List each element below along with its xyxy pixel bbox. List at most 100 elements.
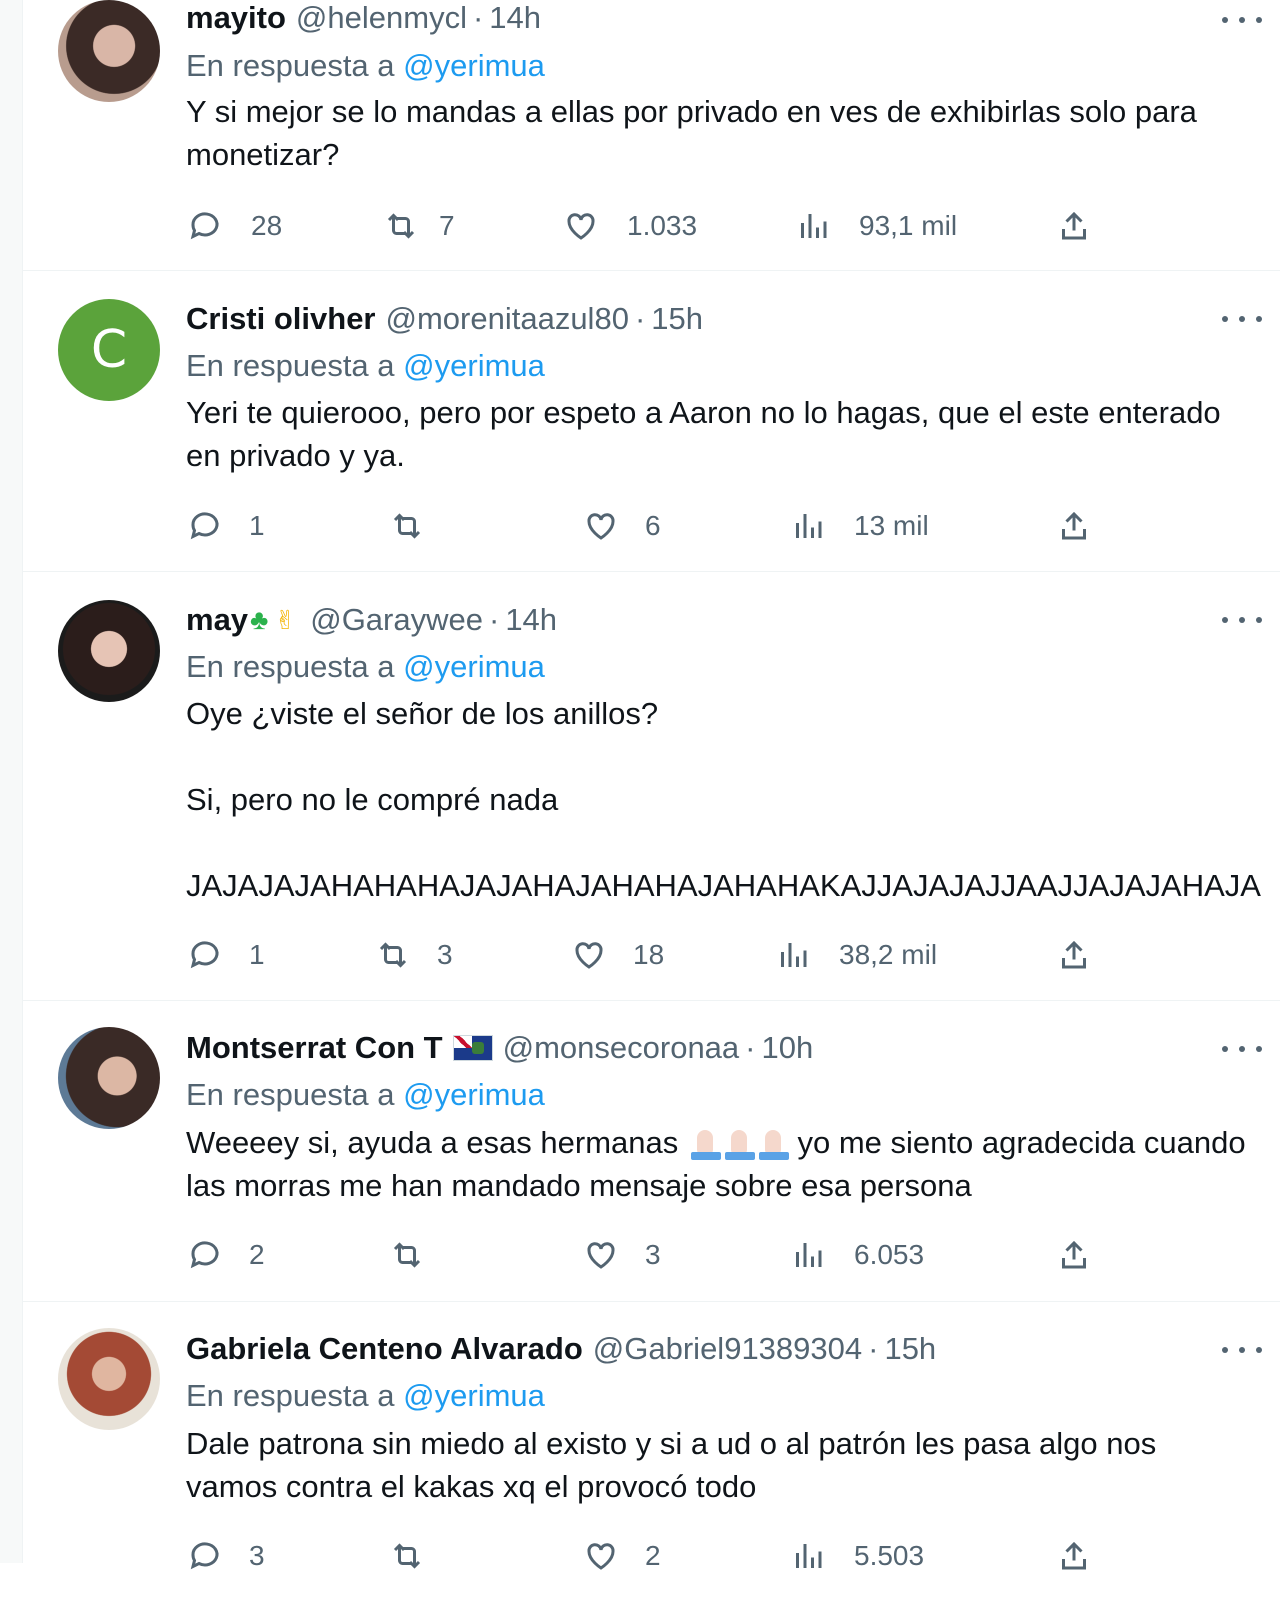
retweet-icon xyxy=(393,1543,421,1569)
share-button[interactable] xyxy=(1056,506,1092,546)
like-button[interactable]: 3 xyxy=(583,1235,661,1275)
more-options-icon[interactable] xyxy=(1222,309,1262,329)
views-button[interactable]: 38,2 mil xyxy=(775,935,937,975)
avatar[interactable] xyxy=(58,600,160,702)
views-button[interactable]: 93,1 mil xyxy=(795,206,957,246)
views-button[interactable]: 13 mil xyxy=(790,506,929,546)
separator-dot: · xyxy=(488,602,500,637)
reply-mention-link[interactable]: @yerimua xyxy=(403,348,545,383)
like-button[interactable]: 6 xyxy=(583,506,661,546)
tweet-actions: 2 3 6.053 xyxy=(23,1235,1280,1275)
tweet-text: Weeeey si, ayuda a esas hermanas yo me s… xyxy=(186,1121,1250,1207)
tweet-reply[interactable]: Montserrat Con T @monsecoronaa · 10h En … xyxy=(23,1001,1280,1302)
like-count: 1.033 xyxy=(627,210,698,241)
author-name[interactable]: Gabriela Centeno Alvarado xyxy=(186,1329,583,1369)
share-icon xyxy=(1062,511,1086,540)
retweet-button[interactable] xyxy=(389,1235,453,1275)
reply-button[interactable]: 3 xyxy=(187,1536,265,1576)
timestamp[interactable]: 14h xyxy=(505,600,557,640)
tweet-reply[interactable]: C Cristi olivher @morenitaazul80 · 15h E… xyxy=(23,271,1280,572)
avatar[interactable] xyxy=(58,1328,160,1430)
timestamp[interactable]: 10h xyxy=(762,1028,814,1068)
share-button[interactable] xyxy=(1056,1235,1092,1275)
heart-icon xyxy=(575,942,603,969)
author-handle[interactable]: @monsecoronaa xyxy=(503,1028,740,1068)
reply-count: 3 xyxy=(249,1540,265,1571)
retweet-button[interactable]: 7 xyxy=(383,206,455,246)
share-button[interactable] xyxy=(1056,1536,1092,1576)
avatar[interactable] xyxy=(58,1027,160,1129)
author-handle[interactable]: @morenitaazul80 xyxy=(386,299,629,339)
like-button[interactable]: 2 xyxy=(583,1536,661,1576)
retweet-icon xyxy=(393,1242,421,1268)
like-count: 2 xyxy=(645,1540,661,1571)
like-button[interactable]: 1.033 xyxy=(563,206,697,246)
reply-mention-link[interactable]: @yerimua xyxy=(403,649,545,684)
reply-mention-link[interactable]: @yerimua xyxy=(403,1077,545,1112)
views-button[interactable]: 6.053 xyxy=(790,1235,924,1275)
separator-dot: · xyxy=(472,0,484,35)
praying-hands-emoji-icon xyxy=(755,1126,793,1164)
reply-prefix: En respuesta a xyxy=(186,348,395,383)
reply-count: 28 xyxy=(251,210,283,241)
tweet-header: Cristi olivher @morenitaazul80 · 15h xyxy=(186,299,703,339)
retweet-button[interactable] xyxy=(389,1536,453,1576)
reply-mention-link[interactable]: @yerimua xyxy=(403,48,545,83)
views-button[interactable]: 5.503 xyxy=(790,1536,924,1576)
reply-button[interactable]: 28 xyxy=(187,206,282,246)
reply-icon xyxy=(190,212,219,240)
avatar[interactable]: C xyxy=(58,299,160,401)
view-count: 93,1 mil xyxy=(859,210,958,241)
tweet-reply[interactable]: Gabriela Centeno Alvarado @Gabriel913893… xyxy=(23,1302,1280,1602)
separator-dot: · xyxy=(745,1030,756,1065)
author-handle[interactable]: @Garaywee xyxy=(310,600,483,640)
retweet-button[interactable] xyxy=(389,506,453,546)
timeline-left-border xyxy=(0,0,23,1563)
author-handle[interactable]: @Gabriel91389304 xyxy=(593,1329,862,1369)
reply-prefix: En respuesta a xyxy=(186,48,395,83)
reply-button[interactable]: 2 xyxy=(187,1235,265,1275)
heart-icon xyxy=(567,213,595,240)
separator-dot: · xyxy=(634,301,646,336)
reply-icon xyxy=(190,1542,219,1570)
reply-prefix: En respuesta a xyxy=(186,1378,395,1413)
author-handle[interactable]: @helenmycl xyxy=(296,0,467,38)
reply-mention-link[interactable]: @yerimua xyxy=(403,1378,545,1413)
tweet-actions: 1 6 13 mil xyxy=(23,506,1280,546)
views-icon xyxy=(801,214,827,238)
more-options-icon[interactable] xyxy=(1222,1039,1262,1059)
tweet-header: mayito @helenmycl · 14h xyxy=(186,0,541,38)
tweet-reply[interactable]: mayito @helenmycl · 14h En respuesta a @… xyxy=(23,0,1280,271)
reply-icon xyxy=(190,1241,219,1269)
like-button[interactable]: 18 xyxy=(571,935,664,975)
more-options-icon[interactable] xyxy=(1222,10,1262,30)
reply-context: En respuesta a @yerimua xyxy=(186,46,545,86)
tweet-header: Gabriela Centeno Alvarado @Gabriel913893… xyxy=(186,1329,936,1369)
avatar[interactable] xyxy=(58,0,160,102)
timestamp[interactable]: 15h xyxy=(651,299,703,339)
timestamp[interactable]: 15h xyxy=(884,1329,936,1369)
timestamp[interactable]: 14h xyxy=(489,0,541,38)
share-button[interactable] xyxy=(1056,935,1092,975)
author-name[interactable]: mayito xyxy=(186,0,286,38)
tweet-text: Dale patrona sin miedo al existo y si a … xyxy=(186,1426,1165,1504)
reply-button[interactable]: 1 xyxy=(187,506,265,546)
reply-button[interactable]: 1 xyxy=(187,935,265,975)
author-name[interactable]: may xyxy=(186,600,248,640)
view-count: 5.503 xyxy=(854,1540,925,1571)
retweet-button[interactable]: 3 xyxy=(375,935,453,975)
retweet-icon xyxy=(393,513,421,539)
author-name[interactable]: Montserrat Con T xyxy=(186,1028,443,1068)
clover-emoji-icon: ♣ xyxy=(250,604,269,635)
more-options-icon[interactable] xyxy=(1222,610,1262,630)
share-button[interactable] xyxy=(1056,206,1092,246)
separator-dot: · xyxy=(868,1331,879,1366)
views-icon xyxy=(781,943,807,967)
more-options-icon[interactable] xyxy=(1222,1340,1262,1360)
tweet-reply[interactable]: may ♣ ✌ @Garaywee · 14h En respuesta a @… xyxy=(23,572,1280,1001)
retweet-icon xyxy=(379,942,407,968)
avatar-letter: C xyxy=(90,320,128,380)
author-name[interactable]: Cristi olivher xyxy=(186,299,376,339)
reply-icon xyxy=(190,941,219,969)
heart-icon xyxy=(587,513,615,540)
